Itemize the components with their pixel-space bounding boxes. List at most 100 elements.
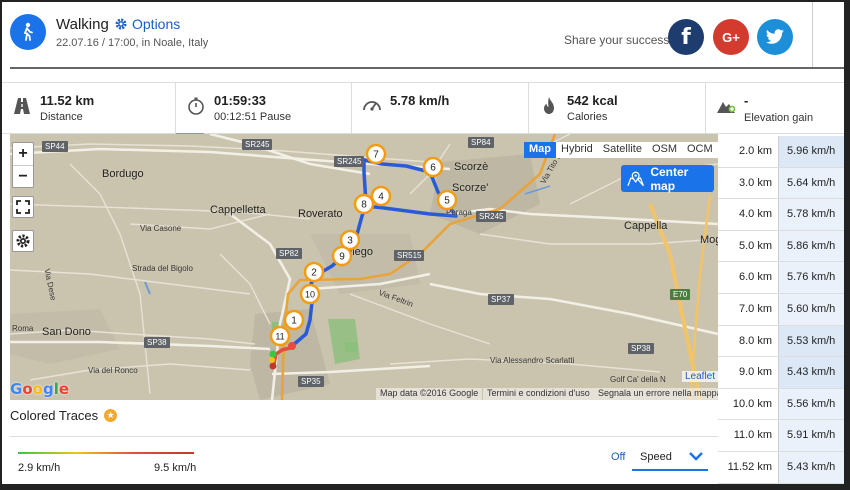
stat-calories: 542 kcal Calories <box>529 83 706 134</box>
km-marker[interactable]: 5 <box>436 189 458 211</box>
km-marker-label: 8 <box>361 200 367 211</box>
twitter-share-button[interactable] <box>757 19 793 55</box>
split-distance: 10.0 km <box>718 388 778 420</box>
terms-link[interactable]: Termini e condizioni d'uso <box>483 388 594 400</box>
split-distance: 4.0 km <box>718 199 778 230</box>
km-marker[interactable]: 2 <box>303 261 325 283</box>
map-type-switcher: Map Hybrid Satellite OSM OCM <box>524 142 718 158</box>
split-distance: 2.0 km <box>718 136 778 167</box>
trace-metric-value: Speed <box>640 451 672 463</box>
split-distance: 11.0 km <box>718 420 778 451</box>
share-text: Share your success <box>564 33 670 47</box>
split-speed: 5.56 km/h <box>778 388 844 420</box>
map-type-satellite[interactable]: Satellite <box>598 142 647 158</box>
km-marker[interactable]: 11 <box>269 325 291 347</box>
km-marker[interactable]: 9 <box>331 245 353 267</box>
split-speed: 5.86 km/h <box>778 230 844 262</box>
split-distance: 7.0 km <box>718 293 778 325</box>
split-distance: 8.0 km <box>718 325 778 357</box>
zoom-in-button[interactable]: + <box>13 143 33 165</box>
map-type-hybrid[interactable]: Hybrid <box>556 142 598 158</box>
premium-star-icon: ★ <box>104 409 118 422</box>
km-markers: 1 2 3 4 5 6 7 8 9 10 11 <box>269 143 458 347</box>
table-row: 3.0 km 5.64 km/h <box>718 167 844 200</box>
header-rule <box>10 67 844 69</box>
split-speed: 5.76 km/h <box>778 262 844 293</box>
split-speed: 5.96 km/h <box>778 136 844 167</box>
stopwatch-icon <box>188 97 204 115</box>
map-settings-button[interactable] <box>12 230 34 252</box>
km-marker-label: 9 <box>339 252 345 263</box>
km-marker[interactable]: 6 <box>422 156 444 178</box>
google-plus-share-button[interactable]: G+ <box>713 19 749 55</box>
table-row: 11.0 km 5.91 km/h <box>718 420 844 452</box>
activity-subtitle: 22.07.16 / 17:00, in Noale, Italy <box>56 37 209 49</box>
traces-off-button[interactable]: Off <box>611 451 625 463</box>
route-map[interactable]: Bordugo Cappelletta Roverato Scorzè Scor… <box>10 134 718 400</box>
facebook-icon: f <box>681 24 691 50</box>
calories-label: Calories <box>567 111 608 123</box>
speed-value: 5.78 km/h <box>390 93 450 108</box>
km-marker[interactable]: 1 <box>283 309 305 331</box>
gradient-min-label: 2.9 km/h <box>18 462 61 474</box>
table-row: 9.0 km 5.43 km/h <box>718 357 844 389</box>
calories-value: 542 kcal <box>567 93 618 108</box>
km-marker-label: 11 <box>275 332 284 342</box>
colored-traces-title: Colored Traces ★ <box>10 408 118 423</box>
split-speed: 5.78 km/h <box>778 199 844 230</box>
zoom-out-button[interactable]: − <box>13 165 33 187</box>
map-type-ocm[interactable]: OCM <box>682 142 718 158</box>
km-marker-label: 6 <box>430 163 436 174</box>
km-marker-label: 2 <box>311 268 317 279</box>
table-row: 6.0 km 5.76 km/h <box>718 262 844 294</box>
table-row: 2.0 km 5.96 km/h <box>718 136 844 168</box>
duration-value: 01:59:33 <box>214 93 267 108</box>
traces-divider <box>10 436 718 437</box>
google-logo: Google <box>10 380 70 398</box>
google-plus-icon: G+ <box>722 29 740 45</box>
elevation-label: Elevation gain <box>744 112 814 124</box>
chevron-down-icon <box>689 452 703 461</box>
table-row: 11.52 km 5.43 km/h <box>718 451 844 484</box>
center-map-button[interactable]: Center map <box>621 165 714 193</box>
stat-duration: 01:59:33 00:12:51 Pause <box>176 83 352 135</box>
split-speed: 5.64 km/h <box>778 167 844 199</box>
map-pin-icon <box>627 171 644 186</box>
km-marker[interactable]: 7 <box>365 143 387 165</box>
colored-traces-label: Colored Traces <box>10 408 99 423</box>
km-marker-label: 10 <box>305 290 315 300</box>
km-marker-label: 7 <box>373 150 379 161</box>
flame-icon <box>544 97 554 114</box>
map-type-map[interactable]: Map <box>524 142 556 158</box>
stat-speed: 5.78 km/h <box>352 83 529 134</box>
km-marker[interactable]: 4 <box>370 185 392 207</box>
elevation-value: - <box>744 93 749 108</box>
options-button[interactable]: Options <box>114 16 180 32</box>
split-speed: 5.60 km/h <box>778 293 844 325</box>
split-speed: 5.43 km/h <box>778 357 844 388</box>
km-marker[interactable]: 8 <box>353 193 375 215</box>
fullscreen-button[interactable] <box>12 196 34 218</box>
trace-metric-select[interactable]: Speed <box>632 445 708 471</box>
gear-icon <box>16 234 30 248</box>
facebook-share-button[interactable]: f <box>668 19 704 55</box>
distance-value: 11.52 km <box>40 93 95 108</box>
zoom-control: + − <box>12 142 34 188</box>
km-marker-label: 4 <box>378 192 384 203</box>
activity-title: Walking <box>56 16 109 33</box>
km-marker-label: 5 <box>444 196 450 207</box>
table-row: 7.0 km 5.60 km/h <box>718 293 844 326</box>
stats-bar: 11.52 km Distance 01:59:33 00:12:51 Paus… <box>2 82 844 135</box>
split-distance: 5.0 km <box>718 230 778 262</box>
split-distance: 3.0 km <box>718 167 778 199</box>
stat-distance: 11.52 km Distance <box>2 83 176 134</box>
report-error-link[interactable]: Segnala un errore nella mappa <box>594 388 718 400</box>
leaflet-link[interactable]: Leaflet <box>682 371 718 382</box>
gradient-max-label: 9.5 km/h <box>154 462 197 474</box>
km-marker[interactable]: 10 <box>299 283 321 305</box>
fullscreen-icon <box>16 200 30 214</box>
table-row: 8.0 km 5.53 km/h <box>718 325 844 358</box>
distance-label: Distance <box>40 111 83 123</box>
map-type-osm[interactable]: OSM <box>647 142 682 158</box>
table-row: 10.0 km 5.56 km/h <box>718 388 844 421</box>
